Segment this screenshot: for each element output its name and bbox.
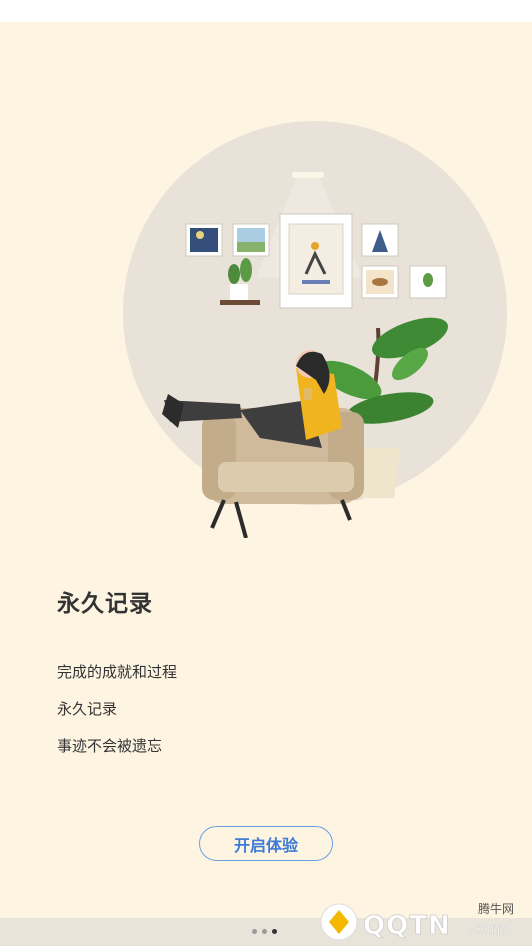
description-line-3: 事迹不会被遗忘 (57, 737, 163, 755)
description-line-1: 完成的成就和过程 (57, 663, 178, 681)
onboarding-title: 永久记录 (57, 591, 153, 617)
description-line-2: 永久记录 (57, 700, 118, 718)
page-dot-2 (262, 929, 267, 934)
page-indicator (252, 929, 277, 934)
svg-text:QQTN: QQTN (363, 911, 451, 941)
watermark-site-label: 腾牛网 (477, 902, 514, 916)
start-experience-button[interactable]: 开启体验 (199, 826, 333, 861)
status-bar (0, 0, 532, 22)
page-dot-3-active (272, 929, 277, 934)
page-dot-1 (252, 929, 257, 934)
svg-text:.com: .com (467, 919, 506, 938)
onboarding-illustration (123, 121, 507, 538)
